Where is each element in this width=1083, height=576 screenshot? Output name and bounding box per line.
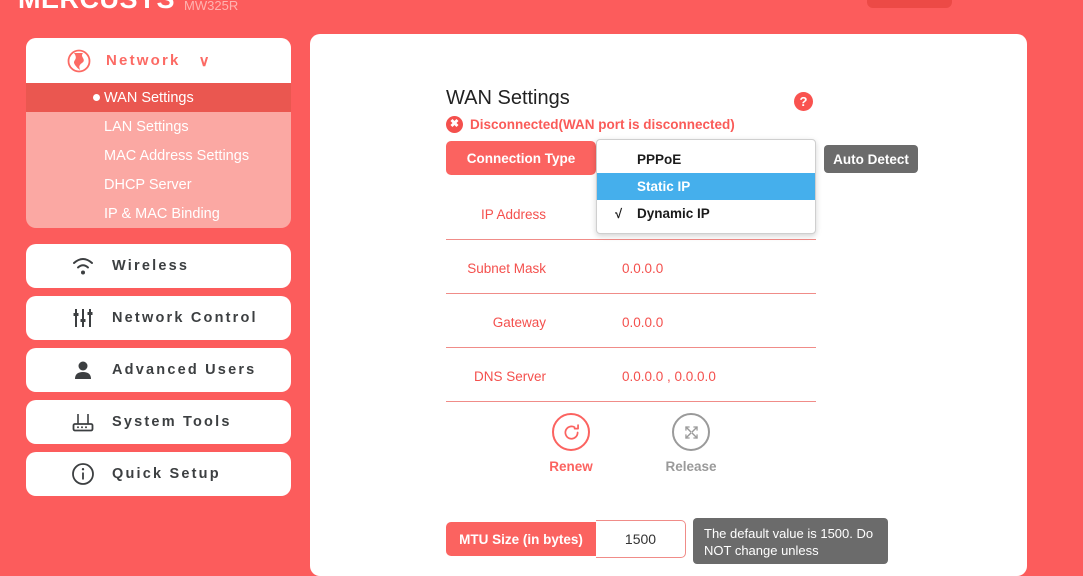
- mtu-tooltip: The default value is 1500. Do NOT change…: [693, 518, 888, 564]
- field-value: 0.0.0.0 , 0.0.0.0: [622, 369, 716, 384]
- dropdown-option-pppoe[interactable]: PPPoE: [597, 146, 815, 173]
- sidebar-item-network-control[interactable]: Network Control: [26, 296, 291, 340]
- field-row-gateway: Gateway 0.0.0.0: [446, 302, 816, 348]
- mtu-size-label: MTU Size (in bytes): [446, 522, 596, 556]
- sidebar-network-control-label: Network Control: [112, 310, 258, 326]
- help-icon[interactable]: ?: [794, 92, 813, 111]
- connection-type-dropdown[interactable]: PPPoE Static IP √ Dynamic IP: [596, 139, 816, 234]
- sidebar-advanced-users-label: Advanced Users: [112, 362, 257, 378]
- brand-name: MERCUSYS: [18, 0, 175, 13]
- release-button[interactable]: Release: [654, 413, 728, 474]
- status-text: Disconnected(WAN port is disconnected): [470, 117, 735, 132]
- sidebar-item-advanced-users[interactable]: Advanced Users: [26, 348, 291, 392]
- field-underline: [446, 347, 816, 348]
- dropdown-option-static-ip[interactable]: Static IP: [597, 173, 815, 200]
- router-icon: [70, 409, 96, 435]
- sidebar-item-system-tools[interactable]: System Tools: [26, 400, 291, 444]
- refresh-icon: [552, 413, 590, 451]
- field-underline: [446, 239, 816, 240]
- renew-button[interactable]: Renew: [534, 413, 608, 474]
- connection-status: ✖ Disconnected(WAN port is disconnected): [446, 116, 735, 133]
- sidebar-network-label: Network: [106, 52, 181, 69]
- sliders-icon: [70, 305, 96, 331]
- field-row-dns-server: DNS Server 0.0.0.0 , 0.0.0.0: [446, 356, 816, 402]
- field-underline: [446, 401, 816, 402]
- sidebar-item-quick-setup[interactable]: Quick Setup: [26, 452, 291, 496]
- sidebar-item-mac-address-settings[interactable]: MAC Address Settings: [26, 141, 291, 170]
- sidebar-quick-setup-label: Quick Setup: [112, 466, 221, 482]
- sidebar-group-network: Network ∨ WAN Settings LAN Settings MAC …: [26, 38, 291, 228]
- user-icon: [70, 357, 96, 383]
- field-label: DNS Server: [473, 369, 546, 384]
- field-value: 0.0.0.0: [622, 315, 664, 330]
- dropdown-option-label: PPPoE: [637, 152, 682, 167]
- release-label: Release: [665, 459, 717, 474]
- chevron-down-icon: ∨: [198, 52, 210, 70]
- sidebar-item-network[interactable]: Network ∨: [26, 38, 291, 83]
- mtu-size-input[interactable]: [596, 520, 686, 558]
- sidebar-subitem-label: LAN Settings: [104, 118, 189, 135]
- dhcp-action-row: Renew Release: [446, 413, 816, 474]
- wifi-icon: [70, 253, 96, 279]
- content-panel: WAN Settings ? ✖ Disconnected(WAN port i…: [310, 34, 1027, 576]
- dropdown-option-label: Static IP: [637, 179, 691, 194]
- sidebar-item-dhcp-server[interactable]: DHCP Server: [26, 170, 291, 199]
- info-circle-icon: [70, 461, 96, 487]
- sidebar-subitem-label: MAC Address Settings: [104, 147, 250, 164]
- brand-model: MW325R: [184, 0, 239, 13]
- field-value: 0.0.0.0: [622, 261, 664, 276]
- field-underline: [446, 293, 816, 294]
- field-label: Subnet Mask: [467, 261, 546, 276]
- dropdown-option-label: Dynamic IP: [637, 206, 710, 221]
- sidebar-system-tools-label: System Tools: [112, 414, 232, 430]
- active-dot-icon: [93, 94, 100, 101]
- sidebar-subitem-label: WAN Settings: [104, 89, 194, 106]
- auto-detect-button[interactable]: Auto Detect: [824, 145, 918, 173]
- field-row-subnet-mask: Subnet Mask 0.0.0.0: [446, 248, 816, 294]
- renew-label: Renew: [549, 459, 593, 474]
- check-icon: √: [615, 205, 623, 221]
- field-label: IP Address: [480, 207, 546, 222]
- sidebar-item-wireless[interactable]: Wireless: [26, 244, 291, 288]
- sidebar-item-ip-mac-binding[interactable]: IP & MAC Binding: [26, 199, 291, 228]
- brand-logo: MERCUSYS MW325R: [18, 0, 238, 13]
- connection-type-label: Connection Type: [446, 141, 596, 175]
- sidebar-subitem-label: DHCP Server: [104, 176, 192, 193]
- sidebar-item-wan-settings[interactable]: WAN Settings: [26, 83, 291, 112]
- dropdown-option-dynamic-ip[interactable]: √ Dynamic IP: [597, 200, 815, 227]
- release-arrows-icon: [672, 413, 710, 451]
- sidebar-subitem-label: IP & MAC Binding: [104, 205, 220, 222]
- field-label: Gateway: [492, 315, 546, 330]
- top-header-bar: MERCUSYS MW325R ▾: [0, 0, 1083, 28]
- error-x-icon: ✖: [446, 116, 463, 133]
- sidebar-item-lan-settings[interactable]: LAN Settings: [26, 112, 291, 141]
- sidebar-wireless-label: Wireless: [112, 258, 190, 274]
- header-action-button[interactable]: [867, 0, 952, 8]
- globe-icon: [66, 48, 92, 74]
- page-title: WAN Settings: [446, 87, 570, 109]
- sidebar: Network ∨ WAN Settings LAN Settings MAC …: [26, 38, 291, 504]
